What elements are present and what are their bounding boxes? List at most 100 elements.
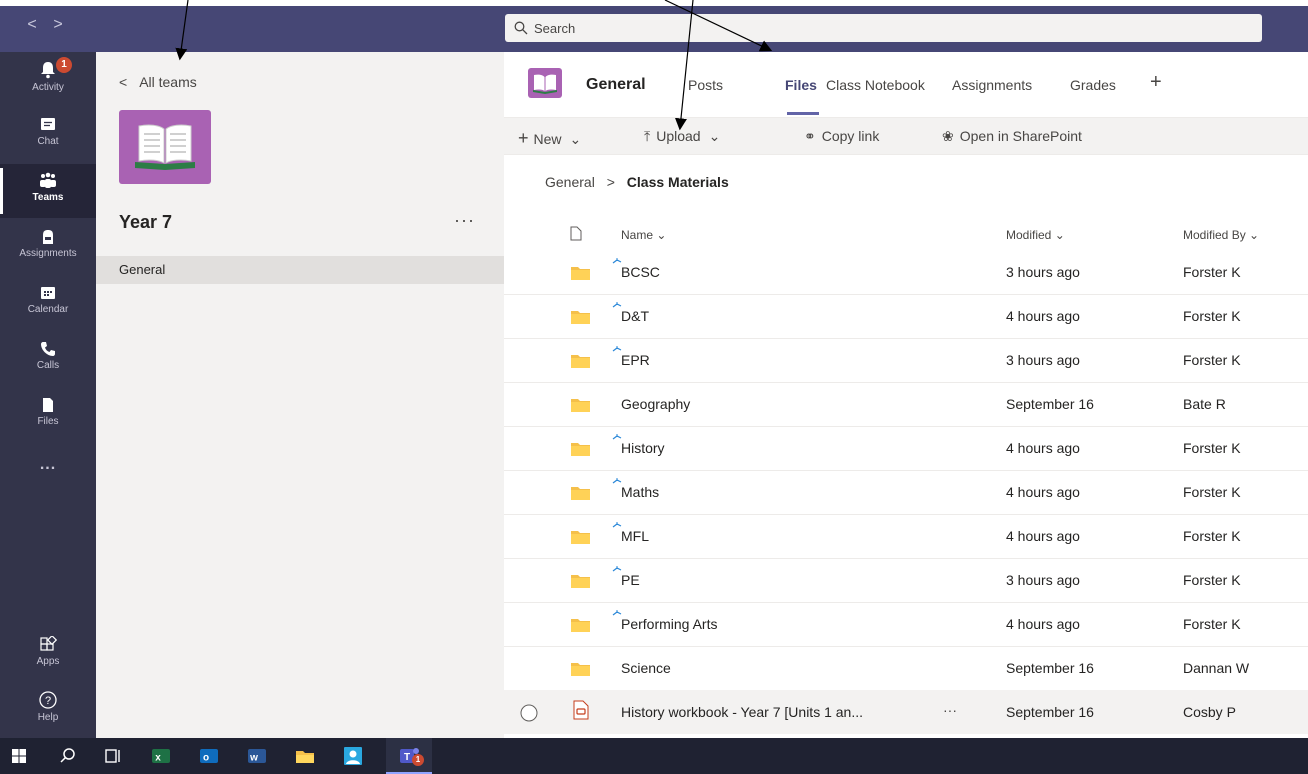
modified-date: 3 hours ago [1006,572,1080,588]
folder-name[interactable]: EPR [621,352,650,368]
folder-icon [571,267,590,280]
modified-by: Forster K [1183,264,1241,280]
folder-row[interactable]: BCSC 3 hours ago Forster K [504,250,1308,295]
file-more-options-button[interactable]: ··· [943,702,957,718]
folder-name[interactable]: History [621,440,665,456]
app-files[interactable]: Files [0,388,96,442]
app-activity[interactable]: Activity 1 [0,52,96,106]
column-header-modified[interactable]: Modified ⌄ [1006,228,1065,242]
app-calendar[interactable]: Calendar [0,276,96,330]
app-label: Teams [32,192,64,203]
search-icon [514,21,528,35]
open-sharepoint-button[interactable]: ❀ Open in SharePoint [942,128,1082,145]
column-header-modified-by[interactable]: Modified By ⌄ [1183,228,1259,242]
channel-item-general[interactable]: General [96,256,504,284]
forward-nav-button[interactable]: > [48,16,68,34]
app-more-button[interactable]: ... [0,446,96,480]
help-icon: ? [39,691,57,709]
outlook-icon[interactable]: o [198,745,220,767]
add-tab-button[interactable]: + [1150,71,1162,94]
all-teams-link[interactable]: < All teams [119,74,197,90]
app-calls[interactable]: Calls [0,332,96,386]
folder-row[interactable]: MFL 4 hours ago Forster K [504,514,1308,559]
back-nav-button[interactable]: < [22,16,42,34]
app-label: Activity [32,82,64,93]
folder-name[interactable]: PE [621,572,640,588]
tab-posts[interactable]: Posts [688,77,723,93]
folder-icon [571,663,590,676]
plus-icon: + [518,128,529,148]
file-explorer-icon[interactable] [294,745,316,767]
folder-name[interactable]: BCSC [621,264,660,280]
phone-icon [41,342,55,356]
svg-text:x: x [155,753,161,764]
breadcrumb-root[interactable]: General [545,174,595,190]
tab-grades[interactable]: Grades [1070,77,1116,93]
team-more-options-button[interactable]: ··· [454,210,475,231]
file-row[interactable]: History workbook - Year 7 [Units 1 an...… [504,690,1308,734]
folder-row[interactable]: Maths 4 hours ago Forster K [504,470,1308,515]
file-list-header: Name ⌄ Modified ⌄ Modified By ⌄ [504,216,1308,250]
tab-assignments[interactable]: Assignments [952,77,1032,93]
file-name[interactable]: History workbook - Year 7 [Units 1 an... [621,704,863,720]
folder-row[interactable]: D&T 4 hours ago Forster K [504,294,1308,339]
folder-row[interactable]: Performing Arts 4 hours ago Forster K [504,602,1308,647]
search-box[interactable] [505,14,1262,42]
folder-name[interactable]: Performing Arts [621,616,717,632]
select-radio[interactable] [519,703,539,723]
breadcrumb-current: Class Materials [626,174,729,190]
new-button[interactable]: + New ⌄ [518,128,581,149]
tab-files[interactable]: Files [785,77,817,93]
folder-name[interactable]: MFL [621,528,649,544]
app-teams[interactable]: Teams [0,164,96,218]
all-teams-label: All teams [139,74,197,90]
column-header-name[interactable]: Name ⌄ [621,228,666,242]
search-input[interactable] [532,19,1236,37]
folder-row[interactable]: EPR 3 hours ago Forster K [504,338,1308,383]
upload-label: Upload [656,128,701,144]
app-apps[interactable]: Apps [0,628,96,682]
modified-by: Forster K [1183,484,1241,500]
channel-header: General Posts Files Class Notebook Assig… [504,52,1308,118]
copy-link-button[interactable]: ⚭ Copy link [804,128,879,145]
excel-icon[interactable]: x [150,745,172,767]
app-chat[interactable]: Chat [0,108,96,162]
folder-row[interactable]: PE 3 hours ago Forster K [504,558,1308,603]
svg-text:w: w [249,753,258,764]
folder-row[interactable]: Geography September 16 Bate R [504,382,1308,427]
teams-taskbar-button[interactable]: T 1 [386,738,432,774]
upload-button[interactable]: ⤒ Upload ⌄ [644,128,720,145]
folder-name[interactable]: Geography [621,396,690,412]
sharepoint-icon: ❀ [942,128,954,144]
folder-row[interactable]: Science September 16 Dannan W [504,646,1308,691]
channel-book-icon [528,68,562,98]
task-view-icon[interactable] [102,745,124,767]
app-help[interactable]: ? Help [0,682,96,736]
team-panel: < All teams Year 7 ··· General [96,52,504,738]
app-assignments[interactable]: Assignments [0,220,96,274]
folder-name[interactable]: Science [621,660,671,676]
more-apps-icon: ... [39,456,57,473]
people-app-icon[interactable] [342,745,364,767]
breadcrumb: General > Class Materials [545,174,729,190]
folder-row[interactable]: History 4 hours ago Forster K [504,426,1308,471]
modified-by: Cosby P [1183,704,1236,720]
upload-arrow-icon: ⤒ [644,128,651,144]
svg-text:o: o [203,753,209,764]
new-label: New [533,131,562,147]
pdf-file-icon [573,700,589,720]
folder-name[interactable]: D&T [621,308,649,324]
word-icon[interactable]: w [246,745,268,767]
modified-by: Forster K [1183,308,1241,324]
modified-date: 3 hours ago [1006,264,1080,280]
folder-name[interactable]: Maths [621,484,659,500]
folder-icon [571,311,590,324]
tab-class-notebook[interactable]: Class Notebook [826,77,925,93]
app-label: Help [37,712,59,723]
chevron-down-icon: ⌄ [708,128,721,144]
taskbar-search-icon[interactable] [57,745,79,767]
channel-label: General [119,262,166,277]
active-tab-indicator [787,112,819,115]
windows-start-icon[interactable] [8,745,30,767]
modified-date: 3 hours ago [1006,352,1080,368]
